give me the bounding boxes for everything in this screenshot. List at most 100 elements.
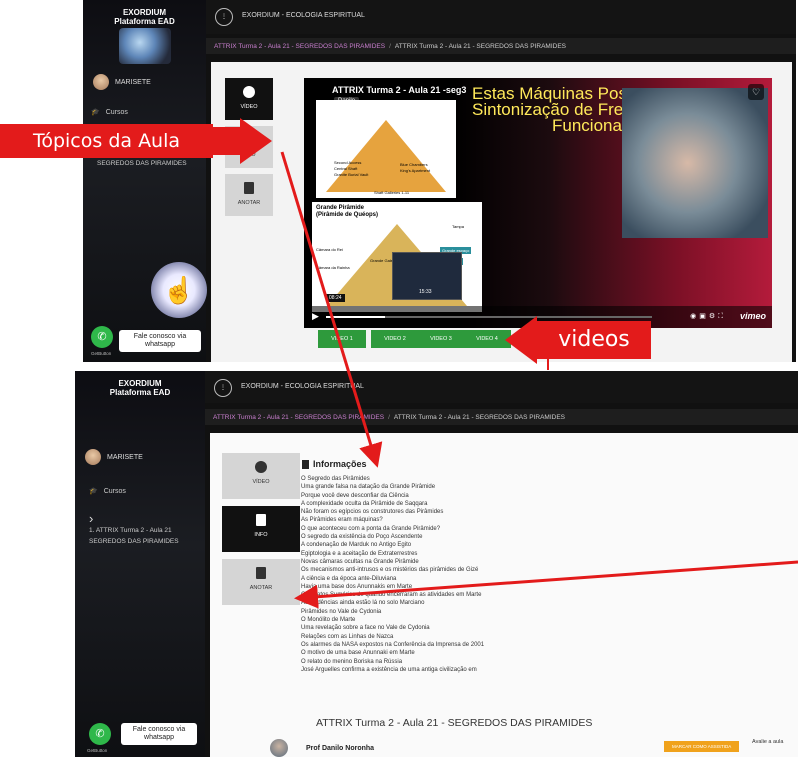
topic-item: Novas câmaras ocultas na Grande Pirâmide: [301, 558, 419, 565]
sidebar-lesson-link[interactable]: SEGREDOS DAS PIRAMIDES: [97, 160, 187, 167]
topic-item: Os mecanismos anti-intrusos e os mistéri…: [301, 567, 479, 574]
topic-item: Egiptologia e a aceitação de Extraterres…: [301, 550, 418, 557]
document-icon: [244, 134, 254, 146]
play-icon: [243, 86, 255, 98]
breadcrumb-current: ATTRIX Turma 2 - Aula 21 - SEGREDOS DAS …: [393, 413, 565, 421]
video-3-button[interactable]: VIDEO 3: [417, 330, 465, 348]
graduation-cap-icon: 🎓: [89, 488, 98, 495]
sidebar-expand[interactable]: ›: [89, 511, 93, 526]
getbutton-link[interactable]: GetButton: [91, 351, 111, 356]
menu-toggle-button[interactable]: ⋮: [214, 379, 232, 397]
breadcrumb-link[interactable]: ATTRIX Turma 2 - Aula 21 - SEGREDOS DAS …: [214, 43, 385, 50]
topic-item: Uma grande falsa na datação da Grande Pi…: [301, 484, 436, 491]
player-settings-icon[interactable]: ◉▣⚙⛶: [690, 312, 726, 321]
breadcrumb-current: ATTRIX Turma 2 - Aula 21 - SEGREDOS DAS …: [394, 42, 566, 50]
tab-info[interactable]: INFO: [222, 506, 300, 552]
brand-logo: [119, 28, 171, 64]
professor-name: Prof Danilo Noronha: [306, 744, 375, 752]
add-note-icon: [244, 182, 254, 194]
topic-item: Uma revelação sobre a face no Vale de Cy…: [301, 625, 430, 632]
avatar: [93, 74, 109, 90]
document-icon: [302, 459, 309, 469]
professor: Prof Danilo Noronha: [270, 739, 374, 757]
brand-name: EXORDIUM: [118, 379, 162, 388]
video-banner-text: Estas Máquinas Poss Sintonização de Frec…: [472, 84, 636, 135]
whatsapp-icon[interactable]: ✆: [91, 326, 113, 348]
course-title: EXORDIUM - ECOLOGIA ESPIRITUAL: [242, 12, 365, 19]
screenshot-info-tab: EXORDIUM Plataforma EAD MARISETE 🎓 Curso…: [75, 371, 798, 757]
graduation-cap-icon: 🎓: [91, 109, 100, 116]
mark-watched-button[interactable]: MARCAR COMO ASSISTIDA: [664, 741, 740, 752]
video-2-button[interactable]: VIDEO 2: [371, 330, 419, 348]
tab-info[interactable]: INFO: [225, 126, 273, 168]
video-4-button[interactable]: VIDEO 4: [463, 330, 511, 348]
topic-item: O Segredo das Pirâmides: [301, 476, 370, 482]
topic-item: A condenação de Marduk no Antigo Egito: [301, 542, 412, 549]
screenshot-video-tab: EXORDIUM Plataforma EAD MARISETE 🎓 Curso…: [83, 0, 796, 362]
topic-item: O que aconteceu com a ponta da Grande Pi…: [301, 525, 441, 532]
topic-item: A complexidade oculta da Pirâmide de Saq…: [301, 500, 428, 507]
getbutton-link[interactable]: GetButton: [87, 748, 107, 753]
topic-item: O segredo da existência do Poço Ascenden…: [301, 534, 423, 541]
tab-anotar[interactable]: ANOTAR: [222, 559, 300, 605]
topics-list: O Segredo das Pirâmides Uma grande falsa …: [301, 475, 484, 674]
whatsapp-bubble[interactable]: Fale conosco via whatsapp: [121, 723, 197, 745]
pointing-hand-icon: ☝: [151, 262, 207, 318]
course-title: EXORDIUM - ECOLOGIA ESPIRITUAL: [241, 383, 364, 390]
breadcrumb: ATTRIX Turma 2 - Aula 21 - SEGREDOS DAS …: [205, 409, 798, 425]
sidebar: EXORDIUM Plataforma EAD MARISETE 🎓 Curso…: [83, 0, 207, 362]
chevron-right-icon: ›: [89, 511, 94, 526]
topic-item: Porque você deve desconfiar da Ciência: [301, 492, 409, 499]
presenter-webcam: [622, 88, 768, 238]
whatsapp-icon[interactable]: ✆: [89, 723, 111, 745]
breadcrumb-link[interactable]: ATTRIX Turma 2 - Aula 21 - SEGREDOS DAS …: [213, 414, 384, 421]
video-title: ATTRIX Turma 2 - Aula 21 -seg3: [332, 85, 467, 95]
topic-item: O motivo de uma base Anunnaki em Marte: [301, 650, 415, 657]
top-bar: ⋮ EXORDIUM - ECOLOGIA ESPIRITUAL: [205, 371, 798, 403]
menu-toggle-button[interactable]: ⋮: [215, 8, 233, 26]
user-profile[interactable]: MARISETE: [85, 449, 143, 465]
topic-item: Pirâmides no Vale de Cydonia: [301, 608, 382, 615]
topic-item: José Arguelles confirma a existência de …: [301, 666, 477, 673]
add-note-icon: [256, 567, 266, 579]
play-button-icon[interactable]: ▶: [312, 311, 319, 322]
elapsed-time: 08:24: [326, 294, 345, 302]
video-progress-bar[interactable]: [326, 316, 652, 318]
videos-callout: videos: [537, 321, 651, 359]
topic-item: A ciência e da época ante-Diluviana: [301, 575, 397, 582]
top-bar: ⋮ EXORDIUM - ECOLOGIA ESPIRITUAL: [206, 0, 796, 34]
topic-item: As evidências ainda estão lá no solo Mar…: [301, 600, 425, 607]
tab-video[interactable]: VÍDEO: [225, 78, 273, 120]
tab-video[interactable]: VÍDEO: [222, 453, 300, 499]
brand-name: EXORDIUM: [122, 8, 167, 17]
vimeo-logo[interactable]: vimeo: [740, 311, 766, 321]
topic-item: Relações com as Linhas de Nazca: [301, 633, 394, 640]
whatsapp-bubble[interactable]: Fale conosco via whatsapp: [119, 330, 201, 352]
video-player[interactable]: ATTRIX Turma 2 - Aula 21 -seg3 Danilo Es…: [304, 78, 772, 328]
sidebar: EXORDIUM Plataforma EAD MARISETE 🎓 Curso…: [75, 371, 205, 757]
topic-item: O Monólito de Marte: [301, 617, 356, 624]
lesson-content: VÍDEO INFO ANOTAR Informações O Segredo …: [210, 433, 798, 757]
pyramid-diagram-1: Second Access Central Shaft Granite Buri…: [316, 100, 456, 198]
topic-item: Não foram os egípcios os construtores da…: [301, 509, 444, 516]
video-1-button[interactable]: VIDEO 1: [318, 330, 366, 348]
breadcrumb: ATTRIX Turma 2 - Aula 21 - SEGREDOS DAS …: [206, 38, 796, 54]
topic-item: O relato do menino Boriska na Rússia: [301, 658, 403, 665]
brand: EXORDIUM Plataforma EAD: [83, 8, 206, 26]
user-name: MARISETE: [115, 78, 151, 86]
topic-item: Os alarmes da NASA expostos na Conferênc…: [301, 641, 485, 648]
sidebar-lesson-link[interactable]: 1. ATTRIX Turma 2 - Aula 21 SEGREDOS DAS…: [89, 527, 179, 545]
sidebar-item-cursos[interactable]: 🎓 Cursos: [91, 108, 128, 117]
sidebar-item-cursos[interactable]: 🎓 Cursos: [89, 487, 126, 496]
user-profile[interactable]: MARISETE: [93, 74, 151, 90]
user-name: MARISETE: [107, 453, 143, 461]
brand: EXORDIUM Plataforma EAD: [75, 379, 205, 397]
avatar: [270, 739, 288, 757]
tab-anotar[interactable]: ANOTAR: [225, 174, 273, 216]
topic-item: Os relatos Sumérios de quando encerraram…: [301, 592, 482, 599]
info-heading: Informações: [302, 459, 367, 469]
brand-subtitle: Plataforma EAD: [114, 17, 175, 26]
rate-lesson-link[interactable]: Avalie a aula: [752, 739, 783, 745]
heart-icon[interactable]: ♡: [748, 84, 764, 100]
inset-video: 15:33: [392, 252, 462, 300]
